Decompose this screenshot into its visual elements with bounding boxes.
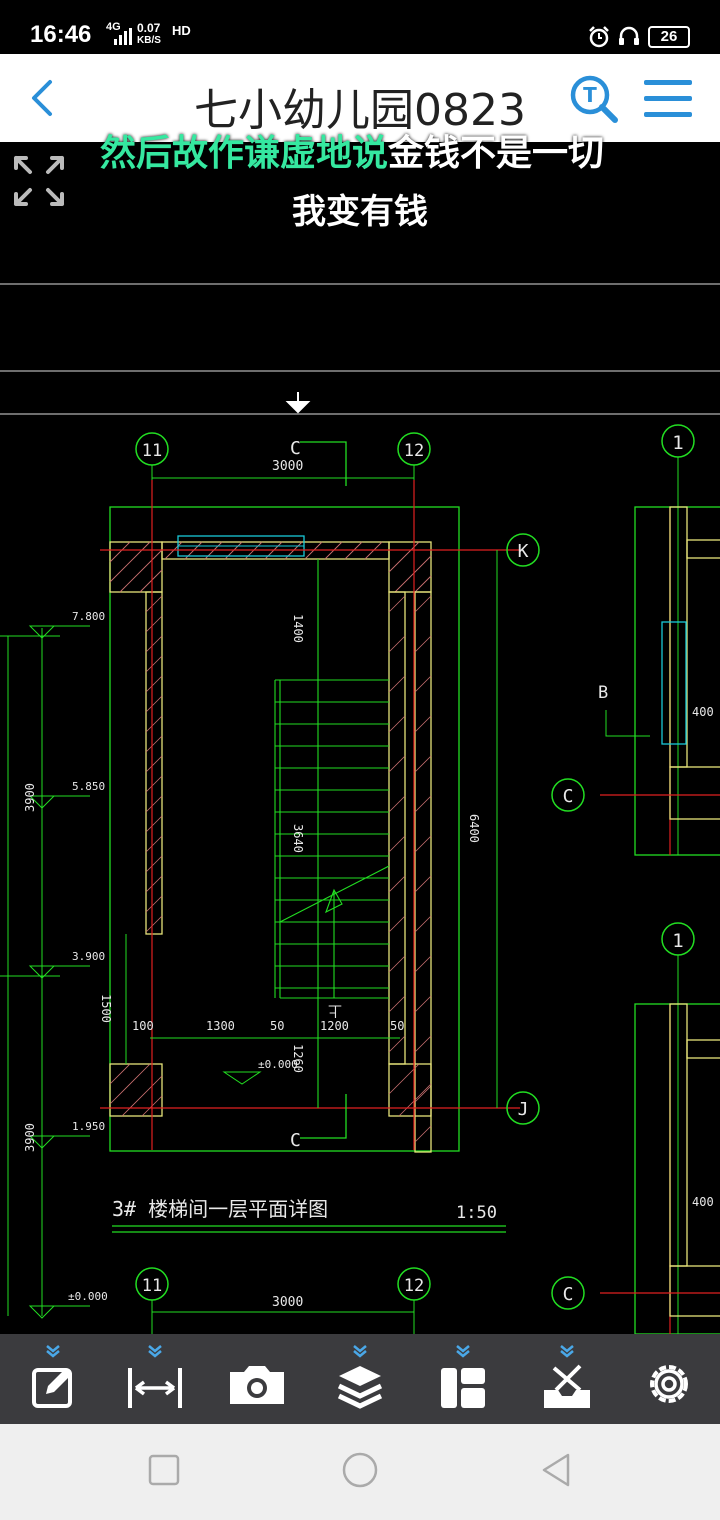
system-navigation-bar: [0, 1424, 720, 1520]
gear-icon: [650, 1365, 688, 1403]
grid-label-11: 11: [142, 441, 162, 461]
elev-5850: 5.850: [72, 780, 105, 793]
dim-50b: 50: [390, 1019, 404, 1033]
elev-1950: 1.950: [72, 1120, 105, 1133]
dim-50: 50: [270, 1019, 284, 1033]
dim-1300: 1300: [206, 1019, 235, 1033]
grid-label-k: K: [518, 541, 529, 562]
grid-label-c-lower: C: [563, 1284, 574, 1305]
home-icon[interactable]: [340, 1450, 380, 1490]
subtitle-highlight: 然后故作谦虚地说: [100, 133, 389, 174]
toolbox-icon: [544, 1345, 590, 1408]
status-bar: 16:46 4G 0.07 KB/S HD 26: [0, 0, 720, 54]
grid-label-12-lower: 12: [404, 1276, 424, 1296]
dim-1400: 1400: [291, 614, 305, 643]
dim-3640: 3640: [291, 824, 305, 853]
section-mark-c-bottom: C: [290, 1130, 301, 1151]
grid-label-1-lower: 1: [672, 930, 683, 952]
detail-scale: 1:50: [456, 1203, 497, 1223]
dim-3000-top: 3000: [272, 459, 303, 474]
battery-indicator: 26: [648, 26, 690, 48]
dim-3000-lower: 3000: [272, 1295, 303, 1310]
hd-badge: HD: [172, 23, 191, 38]
elev-floor: ±0.000: [258, 1058, 298, 1071]
headphones-icon: [619, 26, 639, 45]
menu-icon[interactable]: [642, 76, 694, 120]
section-mark-c-top: C: [290, 438, 301, 459]
screenshot-tool-button[interactable]: [222, 1342, 292, 1418]
label-b: B: [598, 683, 608, 703]
measure-icon: [128, 1345, 182, 1408]
settings-tool-button[interactable]: [634, 1342, 704, 1418]
subtitle-rest: 金钱不是一切: [388, 133, 605, 174]
elev-0: ±0.000: [68, 1290, 108, 1303]
net-speed-unit: KB/S: [137, 35, 161, 46]
measure-tool-button[interactable]: [120, 1342, 190, 1418]
edit-icon: [32, 1345, 72, 1408]
bottom-toolbar: [0, 1334, 720, 1424]
dim-6400: 6400: [467, 814, 481, 843]
grid-label-12: 12: [404, 441, 424, 461]
dim-1500: 1500: [99, 994, 113, 1023]
detail-title: 3# 楼梯间一层平面详图: [112, 1197, 328, 1221]
layers-tool-button[interactable]: [325, 1342, 395, 1418]
edit-tool-button[interactable]: [18, 1342, 88, 1418]
recent-apps-icon[interactable]: [144, 1450, 184, 1490]
grid-label-c: C: [563, 786, 574, 807]
dim-100: 100: [132, 1019, 154, 1033]
grid-label-1: 1: [672, 432, 683, 454]
layout-icon: [441, 1345, 485, 1408]
grid-label-11-lower: 11: [142, 1276, 162, 1296]
camera-icon: [230, 1366, 284, 1404]
signal-icon: [114, 28, 132, 45]
cad-drawing-canvas[interactable]: 11 12 1 C 3000 1400 3640 上 6400 K J 100 …: [0, 142, 720, 1334]
dim-3900-upper: 3900: [23, 783, 37, 812]
dim-1200: 1200: [320, 1019, 349, 1033]
video-subtitle-line1: 然后故作谦虚地说金钱不是一切: [100, 124, 604, 176]
layers-icon: [337, 1345, 383, 1409]
alarm-icon: [589, 26, 609, 48]
dim-3900-lower: 3900: [23, 1123, 37, 1152]
dim-400-lower: 400: [692, 1195, 714, 1209]
fullscreen-expand-icon[interactable]: [10, 152, 68, 210]
status-time: 16:46: [30, 21, 92, 48]
video-subtitle-line2: 我变有钱: [292, 192, 428, 232]
text-search-icon[interactable]: T: [568, 74, 620, 124]
elev-3900: 3.900: [72, 950, 105, 963]
dim-400: 400: [692, 705, 714, 719]
grid-label-j: J: [518, 1099, 529, 1120]
net-speed: 0.07 KB/S: [137, 21, 161, 46]
net-speed-value: 0.07: [137, 21, 161, 35]
back-icon[interactable]: [536, 1450, 576, 1490]
svg-text:T: T: [583, 83, 597, 107]
toolbox-tool-button[interactable]: [532, 1342, 602, 1418]
elev-7800: 7.800: [72, 610, 105, 623]
layout-tool-button[interactable]: [428, 1342, 498, 1418]
up-mark: 上: [328, 1002, 342, 1018]
